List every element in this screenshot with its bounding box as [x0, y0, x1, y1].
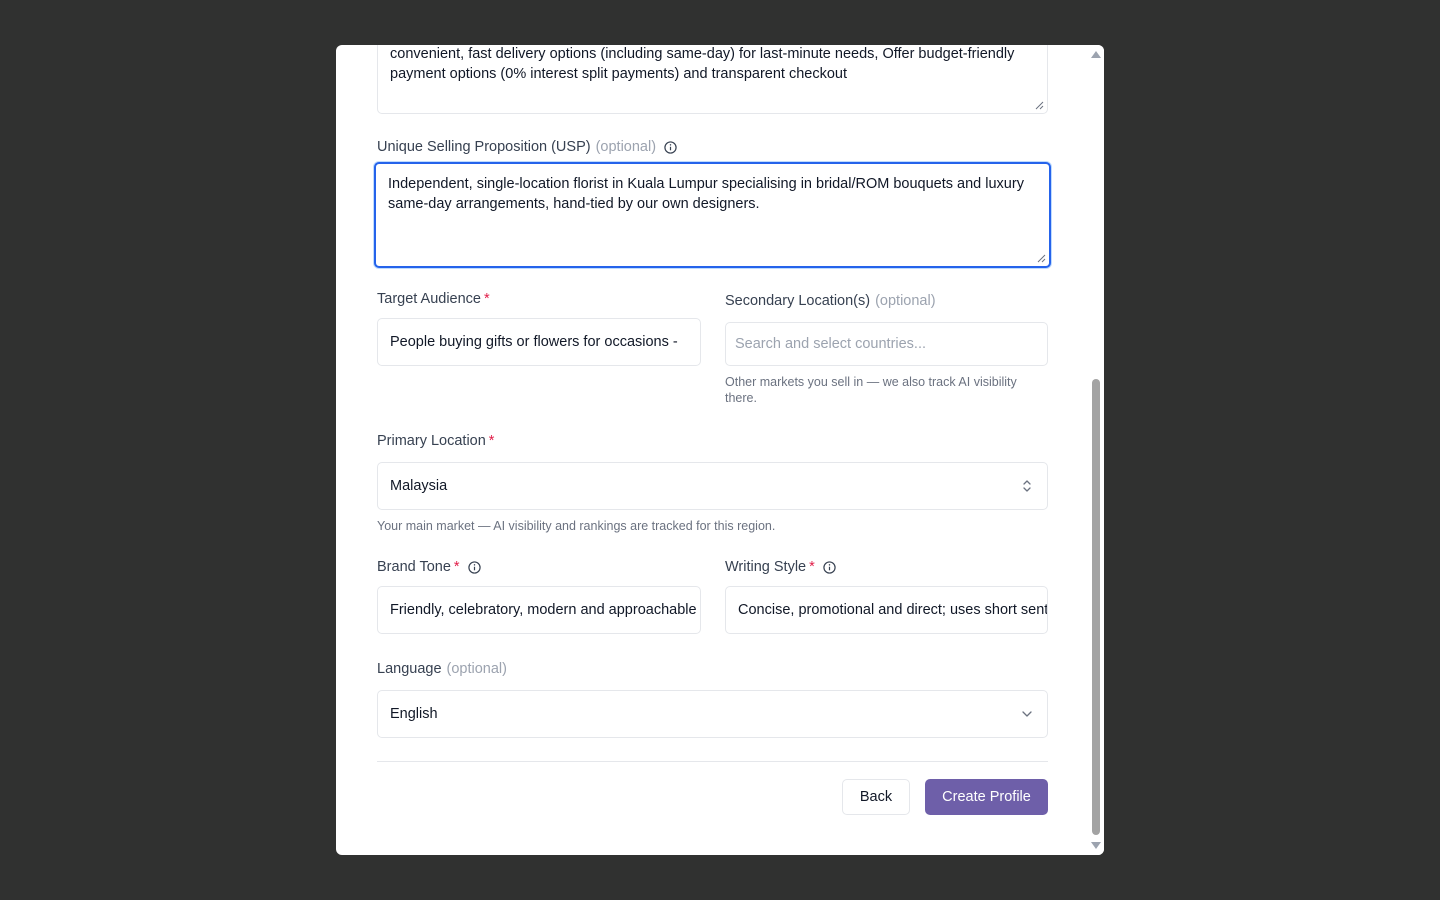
create-profile-modal: convenient, fast delivery options (inclu…	[336, 45, 1104, 855]
resize-grip-icon[interactable]	[1037, 254, 1046, 263]
previous-field-textarea[interactable]: convenient, fast delivery options (inclu…	[377, 45, 1048, 114]
secondary-location-search-input[interactable]: Search and select countries...	[725, 322, 1048, 366]
usp-optional-tag: (optional)	[595, 139, 657, 155]
required-marker: *	[453, 559, 460, 575]
info-icon[interactable]	[467, 560, 481, 574]
create-profile-button[interactable]: Create Profile	[925, 779, 1048, 815]
target-audience-value: People buying gifts or flowers for occas…	[390, 334, 678, 350]
brand-tone-label-text: Brand Tone	[377, 559, 451, 575]
secondary-location-label-text: Secondary Location(s)	[725, 293, 871, 309]
chevron-up-down-icon	[1021, 479, 1033, 493]
resize-grip-icon[interactable]	[1035, 101, 1044, 110]
language-value: English	[390, 706, 438, 722]
info-icon[interactable]	[664, 140, 677, 154]
footer-divider	[377, 761, 1048, 762]
primary-location-select[interactable]: Malaysia	[377, 462, 1048, 510]
writing-style-label: Writing Style *	[725, 559, 836, 575]
target-audience-label-text: Target Audience	[377, 291, 481, 307]
secondary-location-placeholder: Search and select countries...	[735, 336, 927, 352]
target-audience-label: Target Audience *	[377, 291, 490, 307]
brand-tone-label: Brand Tone *	[377, 559, 481, 575]
modal-scrollbar[interactable]	[1088, 45, 1104, 855]
info-icon[interactable]	[823, 560, 836, 574]
usp-textarea[interactable]: Independent, single-location florist in …	[374, 162, 1051, 268]
scroll-down-icon[interactable]	[1091, 842, 1101, 850]
language-label: Language (optional)	[377, 661, 507, 677]
language-optional-tag: (optional)	[446, 661, 507, 677]
writing-style-value: Concise, promotional and direct; uses sh…	[738, 602, 1048, 618]
scrollbar-thumb[interactable]	[1092, 379, 1100, 835]
language-label-text: Language	[377, 661, 442, 677]
brand-tone-input[interactable]: Friendly, celebratory, modern and approa…	[377, 586, 701, 634]
primary-location-label: Primary Location *	[377, 433, 494, 449]
back-button[interactable]: Back	[842, 779, 910, 815]
primary-location-label-text: Primary Location	[377, 433, 486, 449]
usp-label-text: Unique Selling Proposition (USP)	[377, 139, 591, 155]
required-marker: *	[809, 559, 815, 575]
target-audience-input[interactable]: People buying gifts or flowers for occas…	[377, 318, 701, 366]
secondary-location-help: Other markets you sell in — we also trac…	[725, 375, 1017, 405]
required-marker: *	[488, 433, 495, 449]
chevron-down-icon	[1021, 707, 1033, 721]
previous-field-text: convenient, fast delivery options (inclu…	[390, 46, 1015, 82]
secondary-location-optional-tag: (optional)	[875, 293, 936, 309]
usp-textarea-value: Independent, single-location florist in …	[388, 176, 1024, 212]
required-marker: *	[484, 291, 490, 307]
profile-form: convenient, fast delivery options (inclu…	[374, 45, 1051, 855]
secondary-location-label: Secondary Location(s) (optional)	[725, 293, 936, 309]
brand-tone-value: Friendly, celebratory, modern and approa…	[390, 602, 697, 618]
usp-label: Unique Selling Proposition (USP) (option…	[377, 139, 677, 155]
primary-location-value: Malaysia	[390, 478, 448, 494]
primary-location-help: Your main market — AI visibility and ran…	[377, 519, 776, 533]
scroll-up-icon[interactable]	[1091, 50, 1101, 58]
language-select[interactable]: English	[377, 690, 1048, 738]
writing-style-input[interactable]: Concise, promotional and direct; uses sh…	[725, 586, 1048, 634]
writing-style-label-text: Writing Style	[725, 559, 807, 575]
